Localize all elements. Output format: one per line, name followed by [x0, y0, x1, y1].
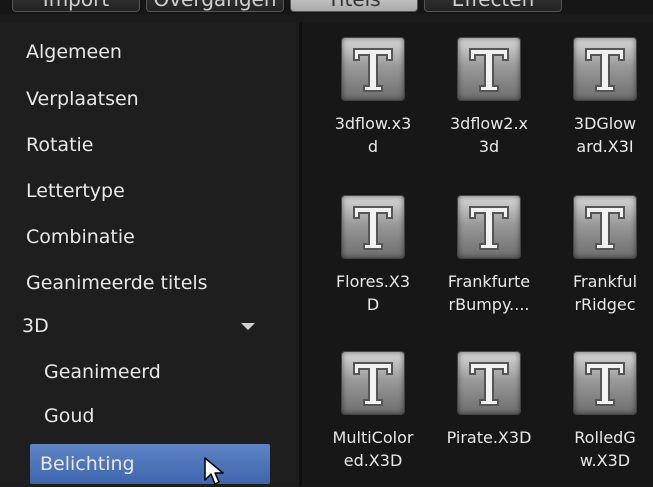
sidebar-item-label: Rotatie [26, 134, 94, 156]
tab-import[interactable]: Import [12, 0, 140, 12]
sidebar-item-label: Algemeen [26, 41, 122, 63]
sidebar-item-3d[interactable]: 3D [0, 306, 296, 346]
sidebar-item-label: Belichting [40, 453, 135, 475]
title-T-icon [342, 352, 404, 414]
sidebar-item-lettertype[interactable]: Lettertype [0, 171, 296, 211]
title-template-item[interactable]: Frankful rRidgec [550, 196, 653, 352]
sidebar-item-combinatie[interactable]: Combinatie [0, 217, 296, 257]
template-name: Pirate.X3D [446, 428, 532, 447]
sidebar-item-rotatie[interactable]: Rotatie [0, 125, 296, 165]
sidebar-item-geanimeerde-titels[interactable]: Geanimeerde titels [0, 263, 296, 303]
template-name: 3dflow2.x 3d [449, 114, 529, 156]
sidebar-item-label: 3D [22, 315, 49, 337]
title-template-item[interactable]: Pirate.X3D [434, 352, 544, 486]
title-template-grid: 3dflow.x3 d 3dflow2.x 3d 3DGlow ard.X3I … [302, 22, 653, 486]
title-template-item[interactable]: Flores.X3 D [318, 196, 428, 352]
sidebar-item-label: Geanimeerde titels [26, 272, 208, 294]
template-name: Frankful rRidgec [572, 272, 638, 314]
sidebar-item-label: Geanimeerd [44, 361, 161, 383]
title-template-item[interactable]: RolledG w.X3D [550, 352, 653, 486]
title-T-icon [574, 196, 636, 258]
sidebar-item-label: Combinatie [26, 226, 135, 248]
sidebar-item-verplaatsen[interactable]: Verplaatsen [0, 79, 296, 119]
template-name: Frankfurte rBumpy.... [447, 272, 531, 314]
sidebar-item-goud[interactable]: Goud [0, 396, 296, 436]
mouse-cursor-icon [204, 457, 224, 485]
title-template-item[interactable]: MultiColor ed.X3D [318, 352, 428, 486]
tab-bar: Import Overgangen Titels Effecten [0, 0, 653, 14]
sidebar-item-algemeen[interactable]: Algemeen [0, 32, 296, 72]
title-T-icon [458, 38, 520, 100]
tab-effecten[interactable]: Effecten [424, 0, 562, 12]
title-T-icon [342, 38, 404, 100]
sidebar-item-geanimeerd[interactable]: Geanimeerd [0, 352, 296, 392]
category-sidebar: Algemeen Verplaatsen Rotatie Lettertype … [0, 22, 296, 486]
title-T-icon [574, 352, 636, 414]
tab-titels[interactable]: Titels [290, 0, 418, 12]
template-name: RolledG w.X3D [574, 428, 636, 470]
title-template-item[interactable]: Frankfurte rBumpy.... [434, 196, 544, 352]
template-name: MultiColor ed.X3D [332, 428, 414, 470]
template-name: Flores.X3 D [335, 272, 411, 314]
sidebar-item-label: Verplaatsen [26, 88, 139, 110]
sidebar-item-belichting[interactable]: Belichting [0, 444, 296, 484]
sidebar-item-label: Goud [44, 405, 95, 427]
title-template-item[interactable]: 3dflow.x3 d [318, 38, 428, 194]
template-name: 3DGlow ard.X3I [573, 114, 637, 156]
template-name: 3dflow.x3 d [334, 114, 412, 156]
title-T-icon [458, 196, 520, 258]
title-T-icon [574, 38, 636, 100]
sidebar-item-label: Lettertype [26, 180, 125, 202]
title-template-item[interactable]: 3DGlow ard.X3I [550, 38, 653, 194]
title-T-icon [342, 196, 404, 258]
tab-overgangen[interactable]: Overgangen [146, 0, 284, 12]
title-template-item[interactable]: 3dflow2.x 3d [434, 38, 544, 194]
chevron-down-icon[interactable] [241, 323, 255, 330]
title-T-icon [458, 352, 520, 414]
